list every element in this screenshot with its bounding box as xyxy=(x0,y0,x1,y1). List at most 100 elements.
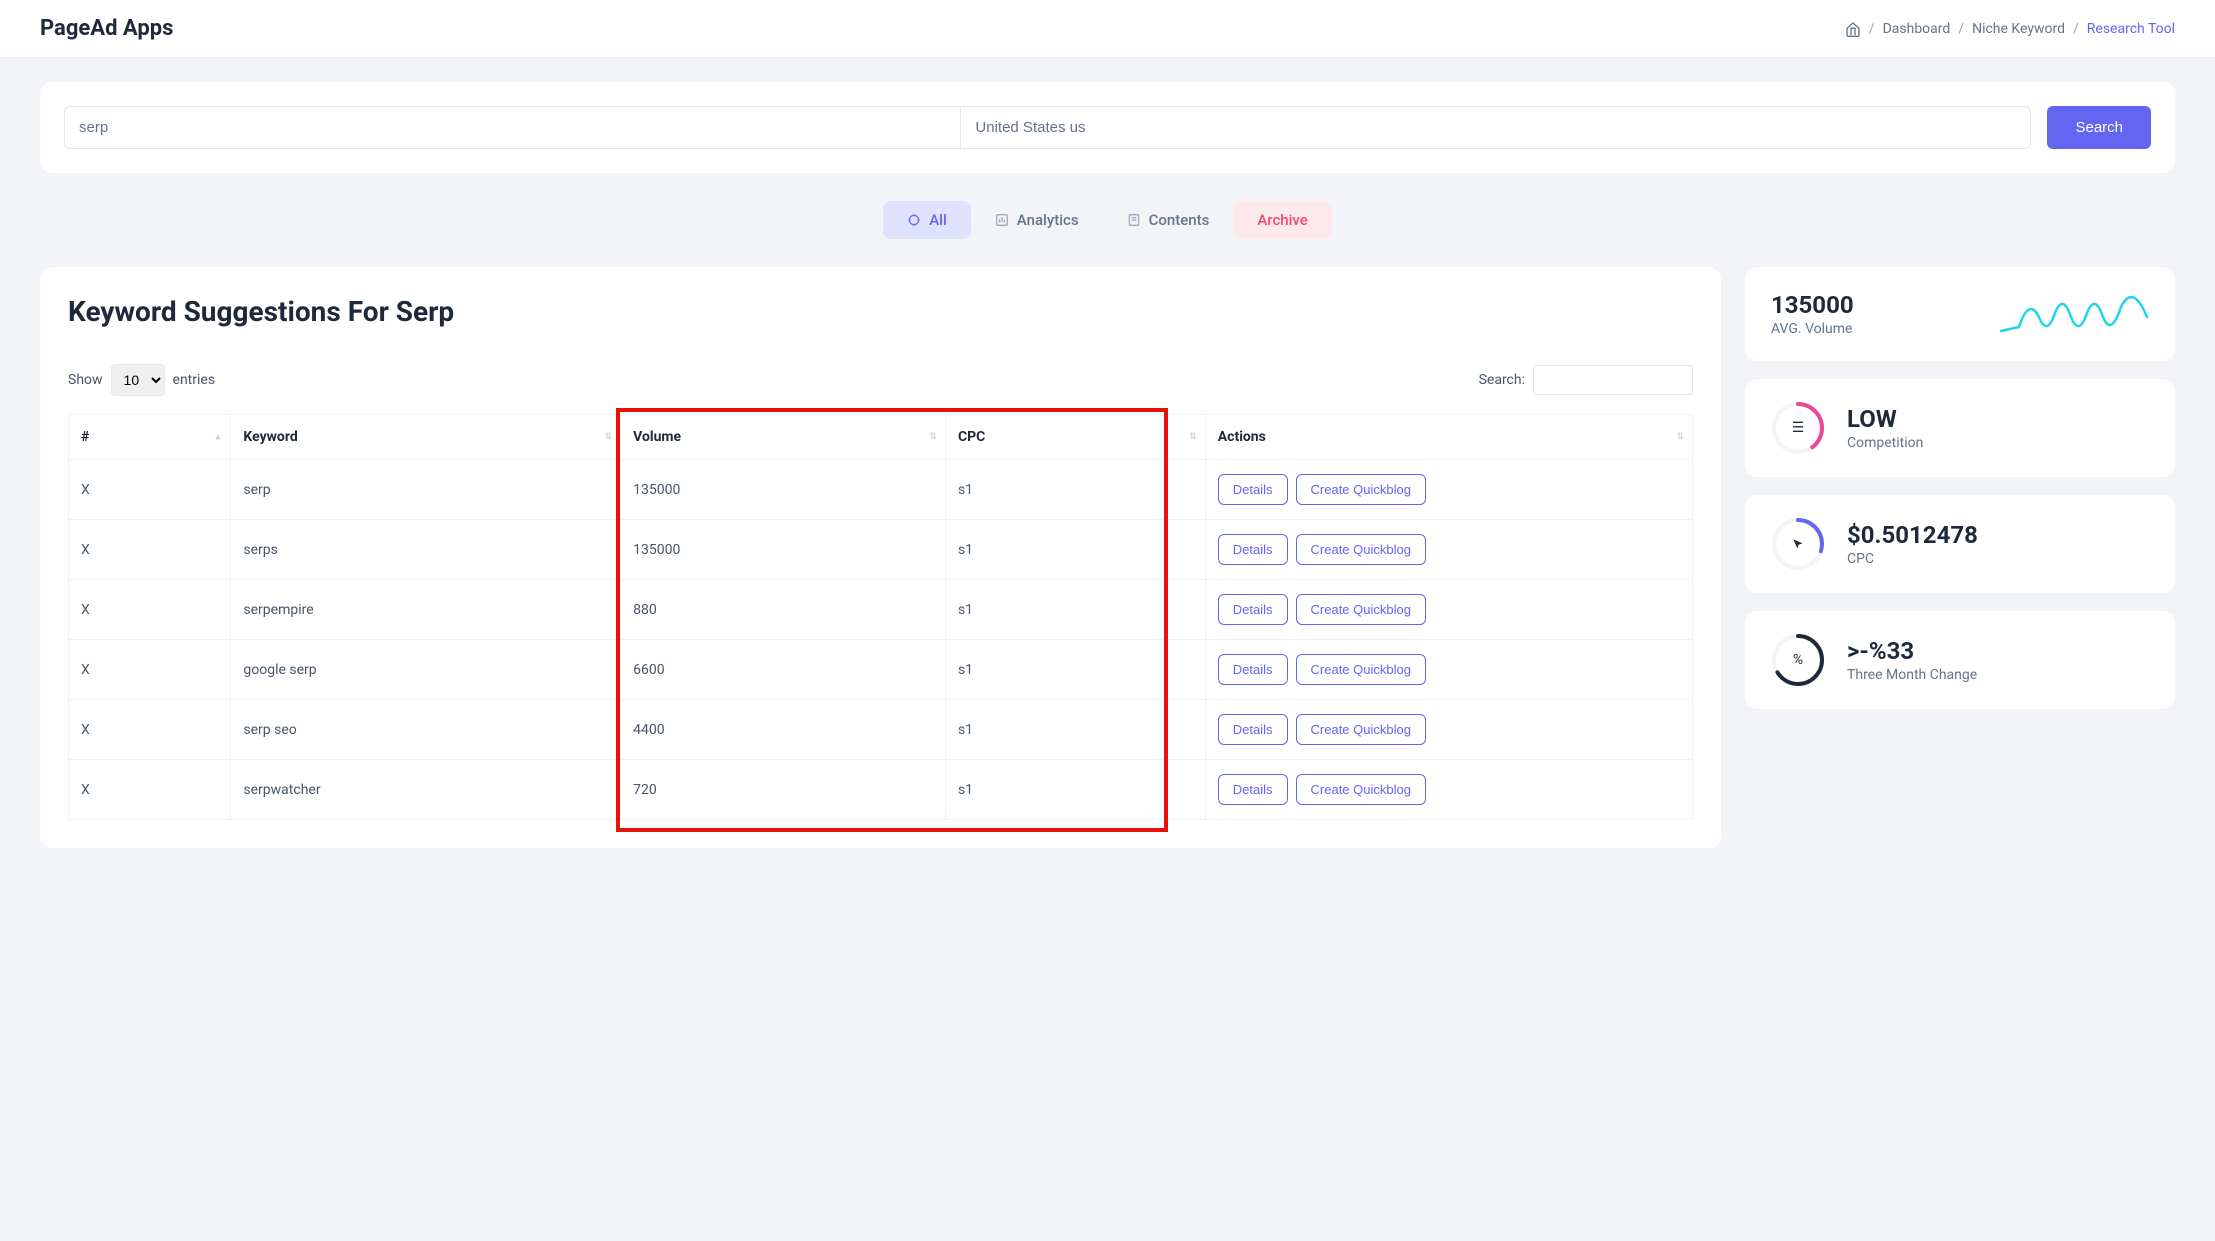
table-row: Xserp135000s1 Details Create Quickblog xyxy=(69,460,1693,520)
cursor-icon xyxy=(1791,537,1805,551)
details-button[interactable]: Details xyxy=(1218,714,1288,745)
search-card: Search xyxy=(40,82,2175,173)
table-row: Xserps135000s1 Details Create Quickblog xyxy=(69,520,1693,580)
competition-ring: ☰ xyxy=(1771,401,1825,455)
sparkline-icon xyxy=(1999,289,2149,339)
show-label-pre: Show xyxy=(68,372,103,388)
stat-volume: 135000 AVG. Volume xyxy=(1745,267,2175,361)
breadcrumb-dashboard[interactable]: Dashboard xyxy=(1883,21,1951,37)
cell-x[interactable]: X xyxy=(69,700,231,760)
show-entries: Show 10 entries xyxy=(68,364,215,396)
search-label: Search: xyxy=(1479,372,1525,388)
show-label-post: entries xyxy=(173,372,216,388)
create-quickblog-button[interactable]: Create Quickblog xyxy=(1296,474,1426,505)
details-button[interactable]: Details xyxy=(1218,534,1288,565)
stat-competition-value: LOW xyxy=(1847,405,2149,433)
tab-archive[interactable]: Archive xyxy=(1233,201,1331,239)
table-controls: Show 10 entries Search: xyxy=(68,364,1693,396)
cell-cpc: s1 xyxy=(945,700,1205,760)
details-button[interactable]: Details xyxy=(1218,474,1288,505)
cell-volume: 4400 xyxy=(621,700,946,760)
details-button[interactable]: Details xyxy=(1218,594,1288,625)
document-icon xyxy=(1127,213,1141,227)
cell-volume: 135000 xyxy=(621,520,946,580)
target-icon xyxy=(907,213,921,227)
col-cpc[interactable]: CPC⇅ xyxy=(945,415,1205,460)
col-keyword[interactable]: Keyword⇅ xyxy=(231,415,621,460)
cell-volume: 135000 xyxy=(621,460,946,520)
table-search-input[interactable] xyxy=(1533,365,1693,395)
create-quickblog-button[interactable]: Create Quickblog xyxy=(1296,534,1426,565)
tab-label: Contents xyxy=(1149,211,1210,229)
cell-keyword: serp seo xyxy=(231,700,621,760)
tab-contents[interactable]: Contents xyxy=(1103,201,1234,239)
cell-actions: Details Create Quickblog xyxy=(1205,700,1692,760)
details-button[interactable]: Details xyxy=(1218,654,1288,685)
cell-actions: Details Create Quickblog xyxy=(1205,520,1692,580)
keyword-input[interactable] xyxy=(64,106,961,149)
create-quickblog-button[interactable]: Create Quickblog xyxy=(1296,594,1426,625)
home-icon[interactable] xyxy=(1845,21,1861,37)
breadcrumb-research-tool[interactable]: Research Tool xyxy=(2087,21,2175,37)
cell-x[interactable]: X xyxy=(69,760,231,820)
breadcrumb-sep: / xyxy=(2073,21,2079,37)
cell-volume: 6600 xyxy=(621,640,946,700)
cell-keyword: serpwatcher xyxy=(231,760,621,820)
tab-label: Archive xyxy=(1257,211,1307,229)
entries-select[interactable]: 10 xyxy=(111,364,165,396)
create-quickblog-button[interactable]: Create Quickblog xyxy=(1296,714,1426,745)
breadcrumb-sep: / xyxy=(1869,21,1875,37)
cell-keyword: serp xyxy=(231,460,621,520)
col-volume[interactable]: Volume⇅ xyxy=(621,415,946,460)
stat-change-value: >-%33 xyxy=(1847,637,2149,665)
suggestions-card: Keyword Suggestions For Serp Show 10 ent… xyxy=(40,267,1721,848)
table-row: Xserpempire880s1DetailsCreate Quickblog xyxy=(69,580,1693,640)
stat-cpc-label: CPC xyxy=(1847,551,2149,567)
percent-icon: % xyxy=(1793,652,1803,668)
list-icon: ☰ xyxy=(1792,420,1805,436)
breadcrumb-niche-keyword[interactable]: Niche Keyword xyxy=(1972,21,2065,37)
cell-keyword: serpempire xyxy=(231,580,621,640)
breadcrumb: / Dashboard / Niche Keyword / Research T… xyxy=(1845,21,2175,37)
cell-cpc: s1 xyxy=(945,640,1205,700)
cell-actions: Details Create Quickblog xyxy=(1205,460,1692,520)
cell-x[interactable]: X xyxy=(69,460,231,520)
stat-change: % >-%33 Three Month Change xyxy=(1745,611,2175,709)
stat-cpc: $0.5012478 CPC xyxy=(1745,495,2175,593)
cell-keyword: serps xyxy=(231,520,621,580)
cell-cpc: s1 xyxy=(945,520,1205,580)
details-button[interactable]: Details xyxy=(1218,774,1288,805)
topbar: PageAd Apps / Dashboard / Niche Keyword … xyxy=(0,0,2215,58)
tab-analytics[interactable]: Analytics xyxy=(971,201,1103,239)
country-input[interactable] xyxy=(961,106,2031,149)
chart-icon xyxy=(995,213,1009,227)
table-search: Search: xyxy=(1479,365,1693,395)
tab-label: Analytics xyxy=(1017,211,1079,229)
cell-x[interactable]: X xyxy=(69,520,231,580)
stat-change-label: Three Month Change xyxy=(1847,667,2149,683)
col-hash[interactable]: #▲ xyxy=(69,415,231,460)
cell-x[interactable]: X xyxy=(69,640,231,700)
cell-cpc: s1 xyxy=(945,460,1205,520)
tab-all[interactable]: All xyxy=(883,201,971,239)
suggestions-table: #▲ Keyword⇅ Volume⇅ CPC⇅ Actions⇅ Xserp1… xyxy=(68,414,1693,820)
stat-competition: ☰ LOW Competition xyxy=(1745,379,2175,477)
cell-actions: Details Create Quickblog xyxy=(1205,640,1692,700)
table-row: Xgoogle serp6600s1 Details Create Quickblo… xyxy=(69,640,1693,700)
cell-volume: 880 xyxy=(621,580,946,640)
cell-x[interactable]: X xyxy=(69,580,231,640)
stat-volume-value: 135000 xyxy=(1771,291,1977,319)
stat-cpc-value: $0.5012478 xyxy=(1847,521,2149,549)
table-row: Xserp seo4400s1 Details Create Quickblog xyxy=(69,700,1693,760)
change-ring: % xyxy=(1771,633,1825,687)
create-quickblog-button[interactable]: Create Quickblog xyxy=(1296,774,1426,805)
app-title: PageAd Apps xyxy=(40,16,173,41)
search-button[interactable]: Search xyxy=(2047,106,2151,149)
cell-actions: Details Create Quickblog xyxy=(1205,760,1692,820)
cell-keyword: google serp xyxy=(231,640,621,700)
breadcrumb-sep: / xyxy=(1958,21,1964,37)
stat-competition-label: Competition xyxy=(1847,435,2149,451)
cpc-ring xyxy=(1771,517,1825,571)
create-quickblog-button[interactable]: Create Quickblog xyxy=(1296,654,1426,685)
col-actions[interactable]: Actions⇅ xyxy=(1205,415,1692,460)
